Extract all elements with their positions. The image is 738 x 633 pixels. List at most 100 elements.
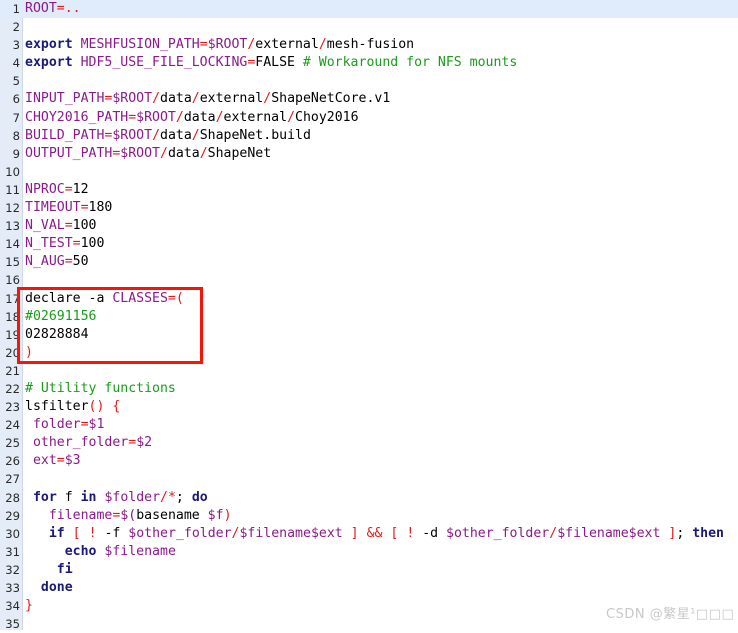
token: () [88, 399, 105, 415]
code-line[interactable]: 14 N_TEST=100 [0, 235, 738, 253]
line-number: 6 [12, 92, 20, 107]
token: $2 [136, 435, 153, 451]
code-line[interactable]: 33 done [0, 579, 738, 597]
code-line[interactable]: 16 [0, 271, 738, 289]
token: $ROOT [136, 109, 176, 125]
token: external [255, 37, 319, 53]
line-number: 1 [12, 2, 20, 16]
token: / [287, 109, 296, 125]
token: CHOY2016_PATH [25, 109, 129, 125]
code-line[interactable]: 24 folder=$1 [0, 416, 738, 434]
token: data [160, 127, 192, 143]
line-number: 24 [5, 418, 20, 433]
token: 50 [72, 254, 89, 270]
code-line[interactable]: 5 [0, 72, 738, 90]
token: = [72, 236, 81, 252]
code-line[interactable]: 31 echo $filename [0, 543, 738, 561]
token: .. [64, 1, 81, 16]
token: } [25, 598, 33, 614]
token: = [128, 435, 137, 451]
token: ROOT [25, 1, 57, 16]
code-line[interactable]: 22 # Utility functions [0, 380, 738, 398]
token: $filename [104, 543, 176, 559]
code-editor[interactable]: 1 ROOT=.. 2 3 export MESHFUSION_PATH=$ROOT/… [0, 0, 738, 632]
code-line[interactable]: 26 ext=$3 [0, 452, 738, 470]
code-line[interactable]: 15 N_AUG=50 [0, 253, 738, 271]
code-line[interactable]: 11 NPROC=12 [0, 181, 738, 199]
token: if [48, 525, 65, 541]
code-line-text: lsfilter() { [25, 398, 120, 416]
line-number: 35 [5, 617, 20, 632]
code-line[interactable]: 27 [0, 470, 738, 488]
token: N_TEST [25, 236, 73, 252]
token: && [366, 525, 383, 541]
code-line[interactable]: 19 02828884 [0, 326, 738, 344]
token: mesh-fusion [326, 37, 415, 53]
token: / [160, 145, 168, 161]
line-number: 14 [5, 237, 20, 252]
token: BUILD_PATH [25, 127, 105, 143]
token: MESHFUSION_PATH [80, 37, 200, 53]
token: / [215, 109, 224, 125]
code-line-text: ) [25, 344, 33, 362]
code-content-area[interactable]: 1 ROOT=.. 2 3 export MESHFUSION_PATH=$ROOT/… [0, 0, 738, 632]
token: $( [120, 507, 137, 523]
code-line[interactable]: 12 TIMEOUT=180 [0, 199, 738, 217]
code-line[interactable]: 7 CHOY2016_PATH=$ROOT/data/external/Choy2… [0, 109, 738, 127]
code-line[interactable]: 23 lsfilter() { [0, 398, 738, 416]
code-line[interactable]: 21 [0, 362, 738, 380]
code-line[interactable]: 30 if [ ! -f $other_folder/$filename$ext… [0, 525, 738, 543]
csdn-watermark: CSDN @繁星¹□□□ [606, 607, 735, 622]
line-number: 16 [5, 273, 20, 288]
code-line[interactable]: 13 N_VAL=100 [0, 217, 738, 235]
token: $f [207, 507, 224, 523]
token: /* [160, 489, 176, 505]
code-line[interactable]: 29 filename=$(basename $f) [0, 507, 738, 525]
token: $ROOT [207, 37, 248, 53]
code-line[interactable]: 4 export HDF5_USE_FILE_LOCKING=FALSE # Wo… [0, 54, 738, 72]
line-number: 33 [5, 581, 20, 595]
code-line[interactable]: 28 for f in $folder/*; do [0, 489, 738, 507]
code-line[interactable]: 3 export MESHFUSION_PATH=$ROOT/external/m… [0, 36, 738, 54]
token: / [318, 37, 327, 53]
code-line-text: N_AUG=50 [25, 253, 89, 271]
code-line-text: BUILD_PATH=$ROOT/data/ShapeNet.build [25, 127, 311, 145]
code-line[interactable]: 6 INPUT_PATH=$ROOT/data/external/ShapeNet… [0, 90, 738, 108]
code-line-text: INPUT_PATH=$ROOT/data/external/ShapeNetC… [25, 90, 390, 108]
token: = [167, 290, 176, 306]
token: OUTPUT_PATH [25, 145, 113, 161]
code-line[interactable]: 32 fi [0, 561, 738, 579]
line-number: 12 [5, 201, 20, 216]
line-number: 29 [5, 508, 20, 523]
token: -d [414, 525, 447, 541]
code-line[interactable]: 2 [0, 18, 738, 36]
token: / [549, 525, 558, 541]
code-line[interactable]: 20) [0, 344, 738, 362]
token: in [80, 489, 97, 505]
code-line[interactable]: 8 BUILD_PATH=$ROOT/data/ShapeNet.build [0, 127, 738, 145]
code-line[interactable]: 25 other_folder=$2 [0, 434, 738, 452]
code-line[interactable]: 1 ROOT=.. [0, 0, 738, 19]
token: ; [676, 525, 693, 541]
code-line[interactable]: 18 #02691156 [0, 308, 738, 326]
code-line[interactable]: 10 [0, 163, 738, 181]
token: ; [175, 489, 192, 505]
token: ShapeNet.build [199, 127, 311, 143]
code-line[interactable]: 17 declare -a CLASSES=( [0, 290, 738, 308]
code-line-text: ROOT=.. [25, 0, 81, 18]
line-number: 23 [5, 400, 20, 415]
line-number: 22 [5, 381, 20, 396]
code-line-text: declare -a CLASSES=( [25, 290, 184, 308]
line-number: 2 [12, 20, 20, 35]
code-line[interactable]: 9 OUTPUT_PATH=$ROOT/data/ShapeNet [0, 145, 738, 163]
line-number: 10 [5, 164, 20, 179]
